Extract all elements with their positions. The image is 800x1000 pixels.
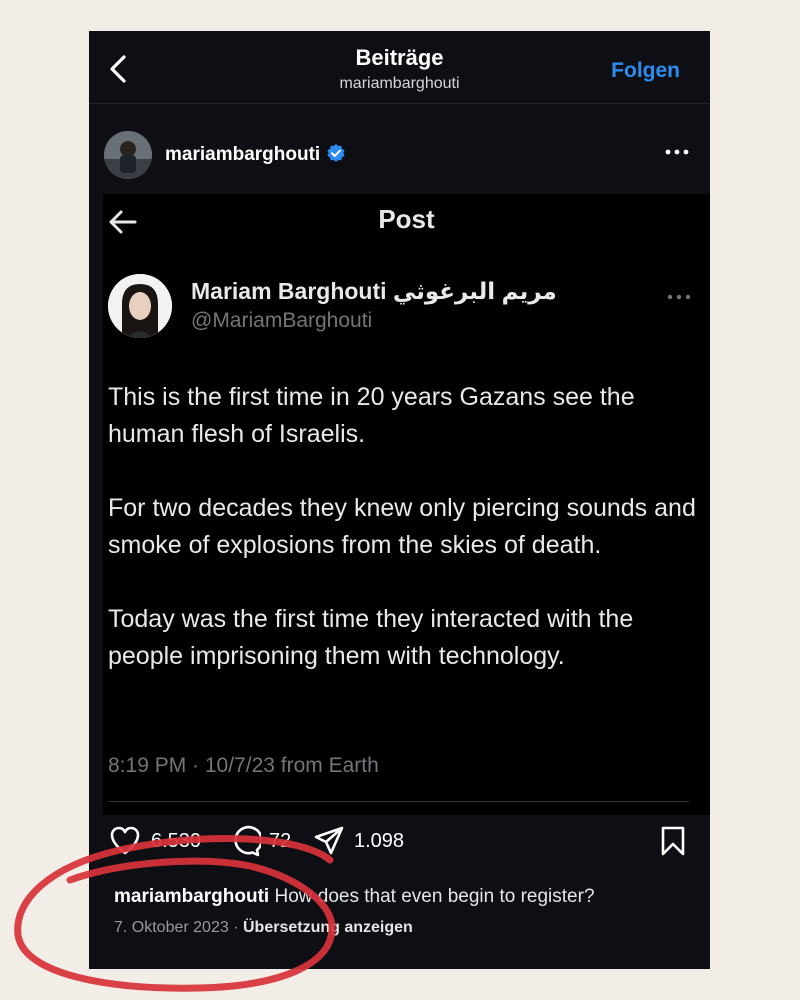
- date-separator: ·: [233, 919, 239, 936]
- avatar[interactable]: [104, 131, 152, 179]
- tweet-paragraph: Today was the first time they interacted…: [108, 605, 634, 670]
- post-date-row: 7. Oktober 2023 · Übersetzung anzeigen: [114, 919, 413, 937]
- tweet-author-handle: @MariamBarghouti: [191, 309, 373, 332]
- caption-username[interactable]: mariambarghouti: [114, 886, 269, 907]
- bookmark-icon[interactable]: [657, 825, 689, 857]
- tweet-text: This is the first time in 20 years Gazan…: [108, 379, 698, 712]
- tweet-avatar-photo: [108, 274, 172, 338]
- embedded-title: Post: [378, 204, 435, 234]
- account-username[interactable]: mariambarghouti: [165, 143, 346, 166]
- header-divider: [89, 103, 710, 104]
- like-count[interactable]: 6.530: [151, 830, 201, 853]
- post-date: 7. Oktober 2023: [114, 919, 229, 936]
- tweet-timestamp: 8:19 PM · 10/7/23 from Earth: [108, 754, 379, 777]
- tweet-author-name: Mariam Barghouti مريم البرغوثي: [191, 278, 557, 304]
- comment-icon[interactable]: [229, 825, 261, 857]
- account-username-text[interactable]: mariambarghouti: [165, 144, 320, 165]
- tweet-divider: [108, 801, 689, 802]
- avatar-photo: [104, 131, 152, 179]
- tweet-paragraph: For two decades they knew only piercing …: [108, 494, 696, 559]
- top-header: Beiträge mariambarghouti Folgen: [89, 31, 710, 101]
- verified-badge-icon: [327, 144, 345, 162]
- tweet-avatar: [108, 274, 172, 338]
- tweet-paragraph: This is the first time in 20 years Gazan…: [108, 383, 635, 448]
- caption-text: How does that even begin to register?: [274, 886, 595, 907]
- embedded-nav-bar: Post: [103, 194, 710, 252]
- action-bar: 6.530 72 1.098: [89, 821, 710, 861]
- post-caption: mariambarghouti How does that even begin…: [114, 886, 595, 908]
- share-count[interactable]: 1.098: [354, 830, 404, 853]
- heart-icon[interactable]: [109, 825, 141, 857]
- tweet-more-icon: [667, 294, 691, 300]
- instagram-post-view: Beiträge mariambarghouti Folgen mariamba…: [89, 31, 710, 969]
- share-icon[interactable]: [313, 825, 345, 857]
- comment-count[interactable]: 72: [269, 830, 291, 853]
- more-options-icon[interactable]: [664, 142, 690, 162]
- follow-button[interactable]: Folgen: [611, 59, 680, 83]
- translate-link[interactable]: Übersetzung anzeigen: [243, 919, 413, 936]
